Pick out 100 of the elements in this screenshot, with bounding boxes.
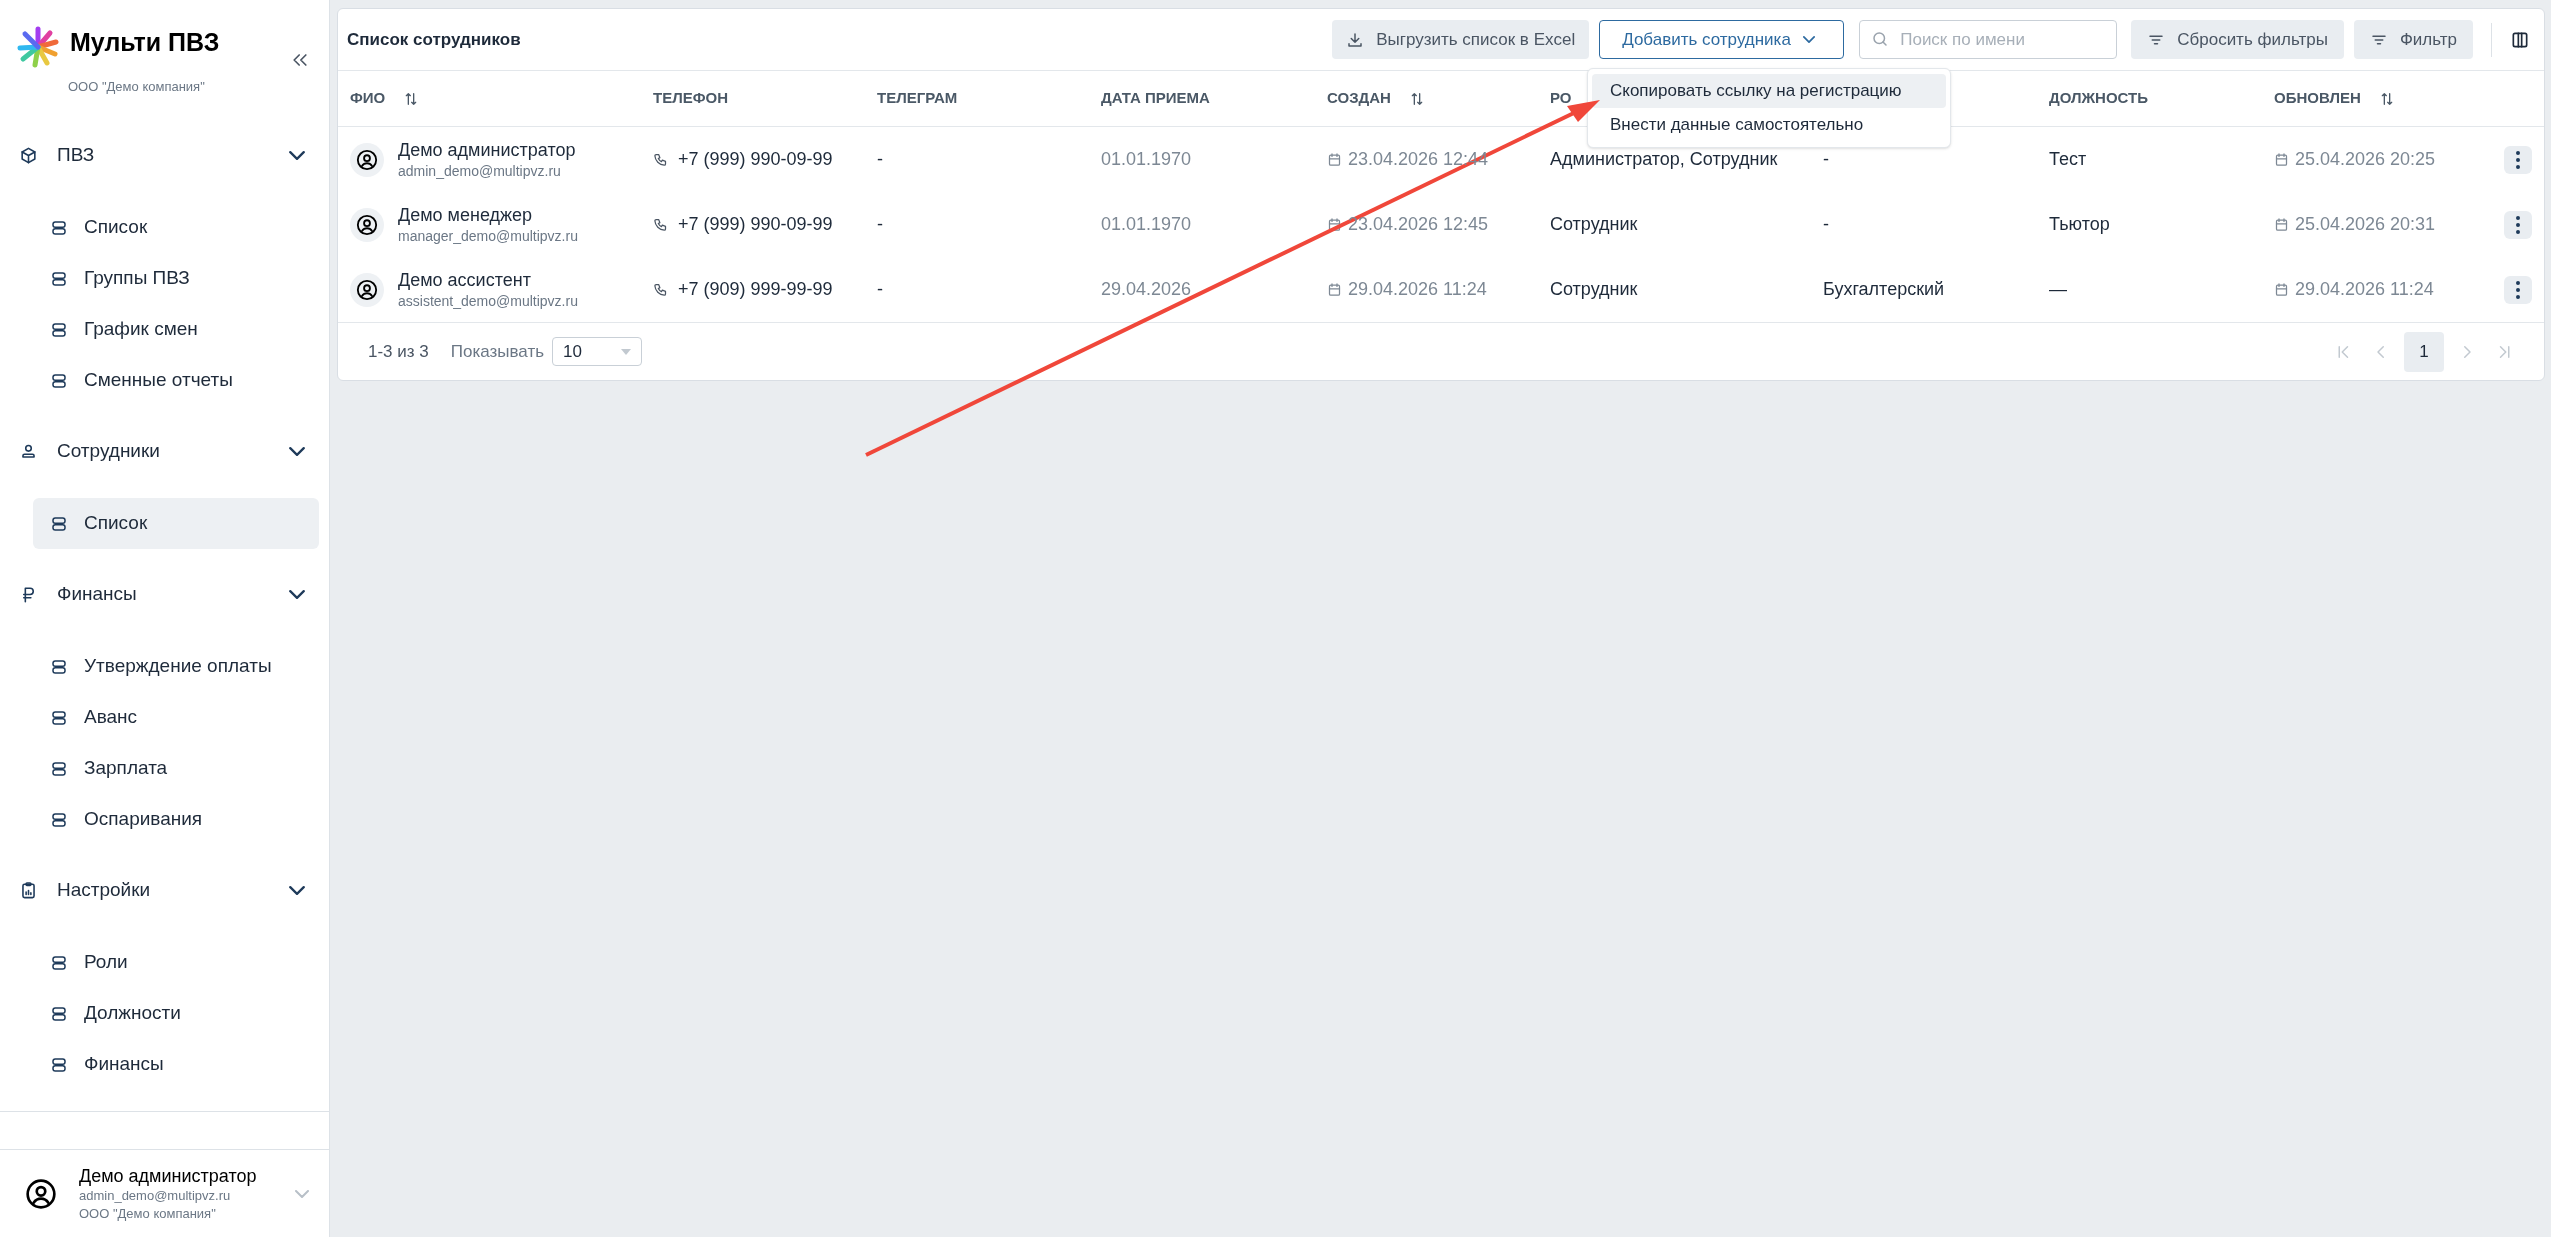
company-name: ООО "Демо компания" xyxy=(68,78,205,96)
phone-icon xyxy=(653,217,668,232)
nav-item[interactable]: Роли xyxy=(33,937,319,988)
search-icon xyxy=(1871,30,1890,48)
more-button[interactable] xyxy=(2504,210,2532,239)
table-cell-text: Бухгалтерский xyxy=(1823,278,1946,301)
list-icon xyxy=(50,810,68,829)
menu-item[interactable]: Внести данные самостоятельно xyxy=(1592,108,1946,142)
export-button[interactable]: Выгрузить список в Excel xyxy=(1332,20,1590,59)
column-header: ФИО xyxy=(350,88,386,109)
column-header: РО xyxy=(1550,88,1572,109)
brand-title: Мульти ПВЗ xyxy=(70,30,220,55)
user-email: admin_demo@multipvz.ru xyxy=(79,1186,232,1205)
user-name: Демо администратор xyxy=(79,1164,258,1187)
nav-item[interactable]: Список xyxy=(33,498,319,549)
nav-item[interactable]: Группы ПВЗ xyxy=(33,253,319,304)
calendar-icon xyxy=(2274,282,2289,297)
column-header: ДАТА ПРИЕМА xyxy=(1101,88,1210,109)
list-icon xyxy=(50,1004,68,1023)
phone-number: +7 (999) 990-09-99 xyxy=(678,213,833,236)
page-button[interactable]: 1 xyxy=(2404,331,2444,372)
more-button[interactable] xyxy=(2504,145,2532,174)
column-header: ОБНОВЛЕН xyxy=(2274,88,2361,109)
download-icon xyxy=(1346,30,1365,49)
nav-item[interactable]: Утверждение оплаты xyxy=(33,641,319,692)
page-range: 1-3 из 3 xyxy=(368,340,429,363)
calendar-icon xyxy=(1327,152,1342,167)
employee-email: manager_demo@multipvz.ru xyxy=(398,226,578,246)
phone-icon xyxy=(653,152,668,167)
table-cell-text: - xyxy=(1823,213,1830,236)
table-cell-text: - xyxy=(877,213,884,236)
nav-item[interactable]: Зарплата xyxy=(33,743,319,794)
nav-item[interactable]: Оспаривания xyxy=(33,794,319,845)
created-date: 23.04.2026 12:45 xyxy=(1348,213,1489,236)
chevron-down-icon xyxy=(295,1189,309,1198)
more-icon xyxy=(2516,150,2520,169)
user-icon xyxy=(356,278,378,301)
nav-group[interactable]: Финансы xyxy=(0,568,329,620)
hire-date: 01.01.1970 xyxy=(1101,148,1193,171)
more-icon xyxy=(2516,280,2520,299)
add-employee-button[interactable]: Добавить сотрудника xyxy=(1599,20,1845,59)
column-header: СОЗДАН xyxy=(1327,88,1391,109)
nav-item[interactable]: График смен xyxy=(33,304,319,355)
more-icon xyxy=(2516,215,2520,234)
calendar-icon xyxy=(2274,152,2289,167)
list-icon xyxy=(50,514,68,533)
phone-number: +7 (909) 999-99-99 xyxy=(678,278,833,301)
nav-group[interactable]: ПВЗ xyxy=(0,129,329,181)
table-cell-text: - xyxy=(877,278,884,301)
more-button[interactable] xyxy=(2504,275,2532,304)
updated-date: 25.04.2026 20:25 xyxy=(2295,148,2436,171)
user-avatar-icon xyxy=(25,1177,57,1210)
nav-item[interactable]: Должности xyxy=(33,988,319,1039)
cube-icon xyxy=(19,145,38,165)
user-icon xyxy=(356,213,378,236)
dropdown-triangle-icon xyxy=(621,348,632,355)
employee-name: Демо администратор xyxy=(398,138,576,161)
nav-group[interactable]: Сотрудники xyxy=(0,425,329,477)
logo-icon xyxy=(17,26,59,68)
chevron-down-icon xyxy=(1802,36,1815,43)
table-cell-text: - xyxy=(1823,148,1830,171)
phone-icon xyxy=(653,282,668,297)
page-size-select[interactable]: 10 xyxy=(552,337,643,366)
list-icon xyxy=(50,953,68,972)
reset-filters-button[interactable]: Сбросить фильтры xyxy=(2131,20,2344,59)
filter-button[interactable]: Фильтр xyxy=(2353,20,2473,59)
phone-number: +7 (999) 990-09-99 xyxy=(678,148,833,171)
list-icon xyxy=(50,269,68,288)
nav-item[interactable]: Список xyxy=(33,202,319,253)
table-cell-text: Администратор, Сотрудник xyxy=(1550,148,1779,171)
list-icon xyxy=(50,218,68,237)
page-title: Список сотрудников xyxy=(347,28,522,51)
list-icon xyxy=(50,708,68,727)
table-cell-text: Сотрудник xyxy=(1550,213,1639,236)
list-icon xyxy=(50,371,68,390)
column-header: ТЕЛЕФОН xyxy=(653,88,728,109)
table-cell-text: Тест xyxy=(2049,148,2088,171)
nav-item[interactable]: Аванс xyxy=(33,692,319,743)
search-field[interactable]: Поиск по имени xyxy=(1859,20,2118,59)
clipboard-icon xyxy=(19,880,38,900)
table-cell-text: Тьютор xyxy=(2049,213,2111,236)
page-size-label: Показывать xyxy=(450,340,545,363)
nav-item[interactable]: Финансы xyxy=(33,1039,319,1090)
company-name: ООО "Демо компания" xyxy=(79,1204,217,1223)
calendar-icon xyxy=(1327,282,1342,297)
hire-date: 29.04.2026 xyxy=(1101,278,1193,301)
created-date: 29.04.2026 11:24 xyxy=(1348,278,1487,301)
list-icon xyxy=(50,320,68,339)
employee-name: Демо ассистент xyxy=(398,268,532,291)
updated-date: 25.04.2026 20:31 xyxy=(2295,213,2436,236)
menu-item[interactable]: Скопировать ссылку на регистрацию xyxy=(1592,74,1946,108)
column-header: ДОЛЖНОСТЬ xyxy=(2049,88,2148,109)
hire-date: 01.01.1970 xyxy=(1101,213,1193,236)
nav-item[interactable]: Сменные отчеты xyxy=(33,355,319,406)
list-icon xyxy=(50,759,68,778)
employee-email: admin_demo@multipvz.ru xyxy=(398,161,562,181)
updated-date: 29.04.2026 11:24 xyxy=(2295,278,2434,301)
employee-email: assistent_demo@multipvz.ru xyxy=(398,291,578,311)
column-header: ТЕЛЕГРАМ xyxy=(877,88,958,109)
nav-group[interactable]: Настройки xyxy=(0,864,329,916)
